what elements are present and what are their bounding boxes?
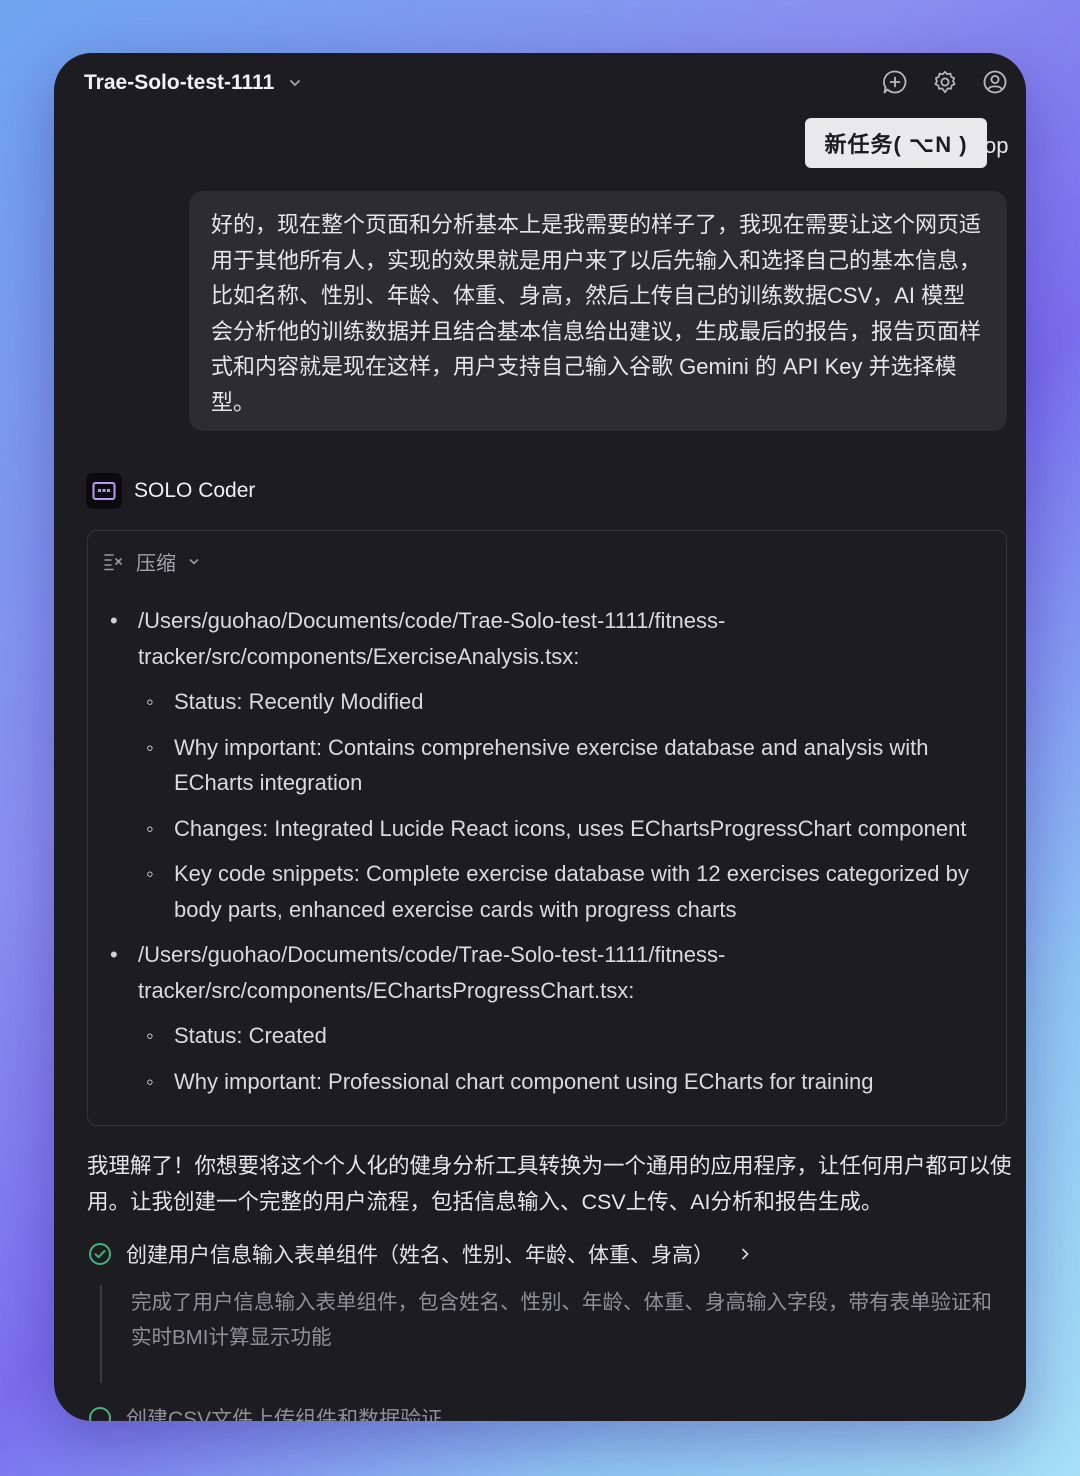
- task-title: 创建CSV文件上传组件和数据验证: [126, 1408, 443, 1421]
- new-task-icon[interactable]: [882, 69, 908, 95]
- settings-gear-icon[interactable]: [932, 69, 958, 95]
- task-item[interactable]: 创建CSV文件上传组件和数据验证: [88, 1403, 442, 1421]
- sub-list-item: Why important: Contains comprehensive ex…: [88, 730, 1006, 801]
- list-item: /Users/guohao/Documents/code/Trae-Solo-t…: [88, 937, 1006, 1008]
- chevron-right-icon: [742, 1248, 749, 1260]
- project-title: Trae-Solo-test-1111: [84, 71, 275, 94]
- new-task-tooltip: 新任务( ⌥N ): [805, 118, 987, 168]
- sub-list-item: Why important: Professional chart compon…: [88, 1064, 1006, 1100]
- agent-header: SOLO Coder: [86, 473, 255, 509]
- tooltip-overflow-text: op: [984, 133, 1009, 158]
- user-account-icon[interactable]: [982, 69, 1008, 95]
- project-selector[interactable]: Trae-Solo-test-1111: [84, 71, 302, 95]
- compress-label: 压缩: [136, 553, 176, 575]
- list-item: /Users/guohao/Documents/code/Trae-Solo-t…: [88, 603, 1006, 674]
- sub-list-item: Changes: Integrated Lucide React icons, …: [88, 811, 1006, 847]
- chevron-down-icon: [290, 80, 301, 87]
- compress-toggle[interactable]: 压缩: [104, 547, 200, 576]
- app-window: Trae-Solo-test-1111 新任务( ⌥N ) op 好的，现在整个…: [54, 53, 1026, 1421]
- summary-list: /Users/guohao/Documents/code/Trae-Solo-t…: [88, 603, 1006, 1109]
- solo-coder-icon: [86, 473, 122, 509]
- compressed-summary-card: 压缩 /Users/guohao/Documents/code/Trae-Sol…: [87, 530, 1007, 1126]
- compress-list-icon: [104, 553, 122, 570]
- title-bar: Trae-Solo-test-1111: [54, 53, 1026, 117]
- sub-list-item: Key code snippets: Complete exercise dat…: [88, 856, 1006, 927]
- agent-name: SOLO Coder: [134, 479, 256, 502]
- task-title: 创建用户信息输入表单组件（姓名、性别、年龄、体重、身高）: [126, 1244, 714, 1267]
- sub-list-item: Status: Recently Modified: [88, 684, 1006, 720]
- check-circle-icon: [89, 1243, 111, 1265]
- toolbar-icons: [882, 69, 1008, 95]
- chevron-down-icon: [189, 558, 199, 565]
- user-message-bubble: 好的，现在整个页面和分析基本上是我需要的样子了，我现在需要让这个网页适用于其他所…: [189, 191, 1007, 431]
- pending-circle-icon: [89, 1407, 111, 1421]
- task-item[interactable]: 创建用户信息输入表单组件（姓名、性别、年龄、体重、身高）: [88, 1239, 752, 1269]
- agent-reply-text: 我理解了！你想要将这个个人化的健身分析工具转换为一个通用的应用程序，让任何用户都…: [87, 1154, 1012, 1214]
- task-detail: 完成了用户信息输入表单组件，包含姓名、性别、年龄、体重、身高输入字段，带有表单验…: [100, 1285, 1005, 1383]
- sub-list-item: Status: Created: [88, 1018, 1006, 1054]
